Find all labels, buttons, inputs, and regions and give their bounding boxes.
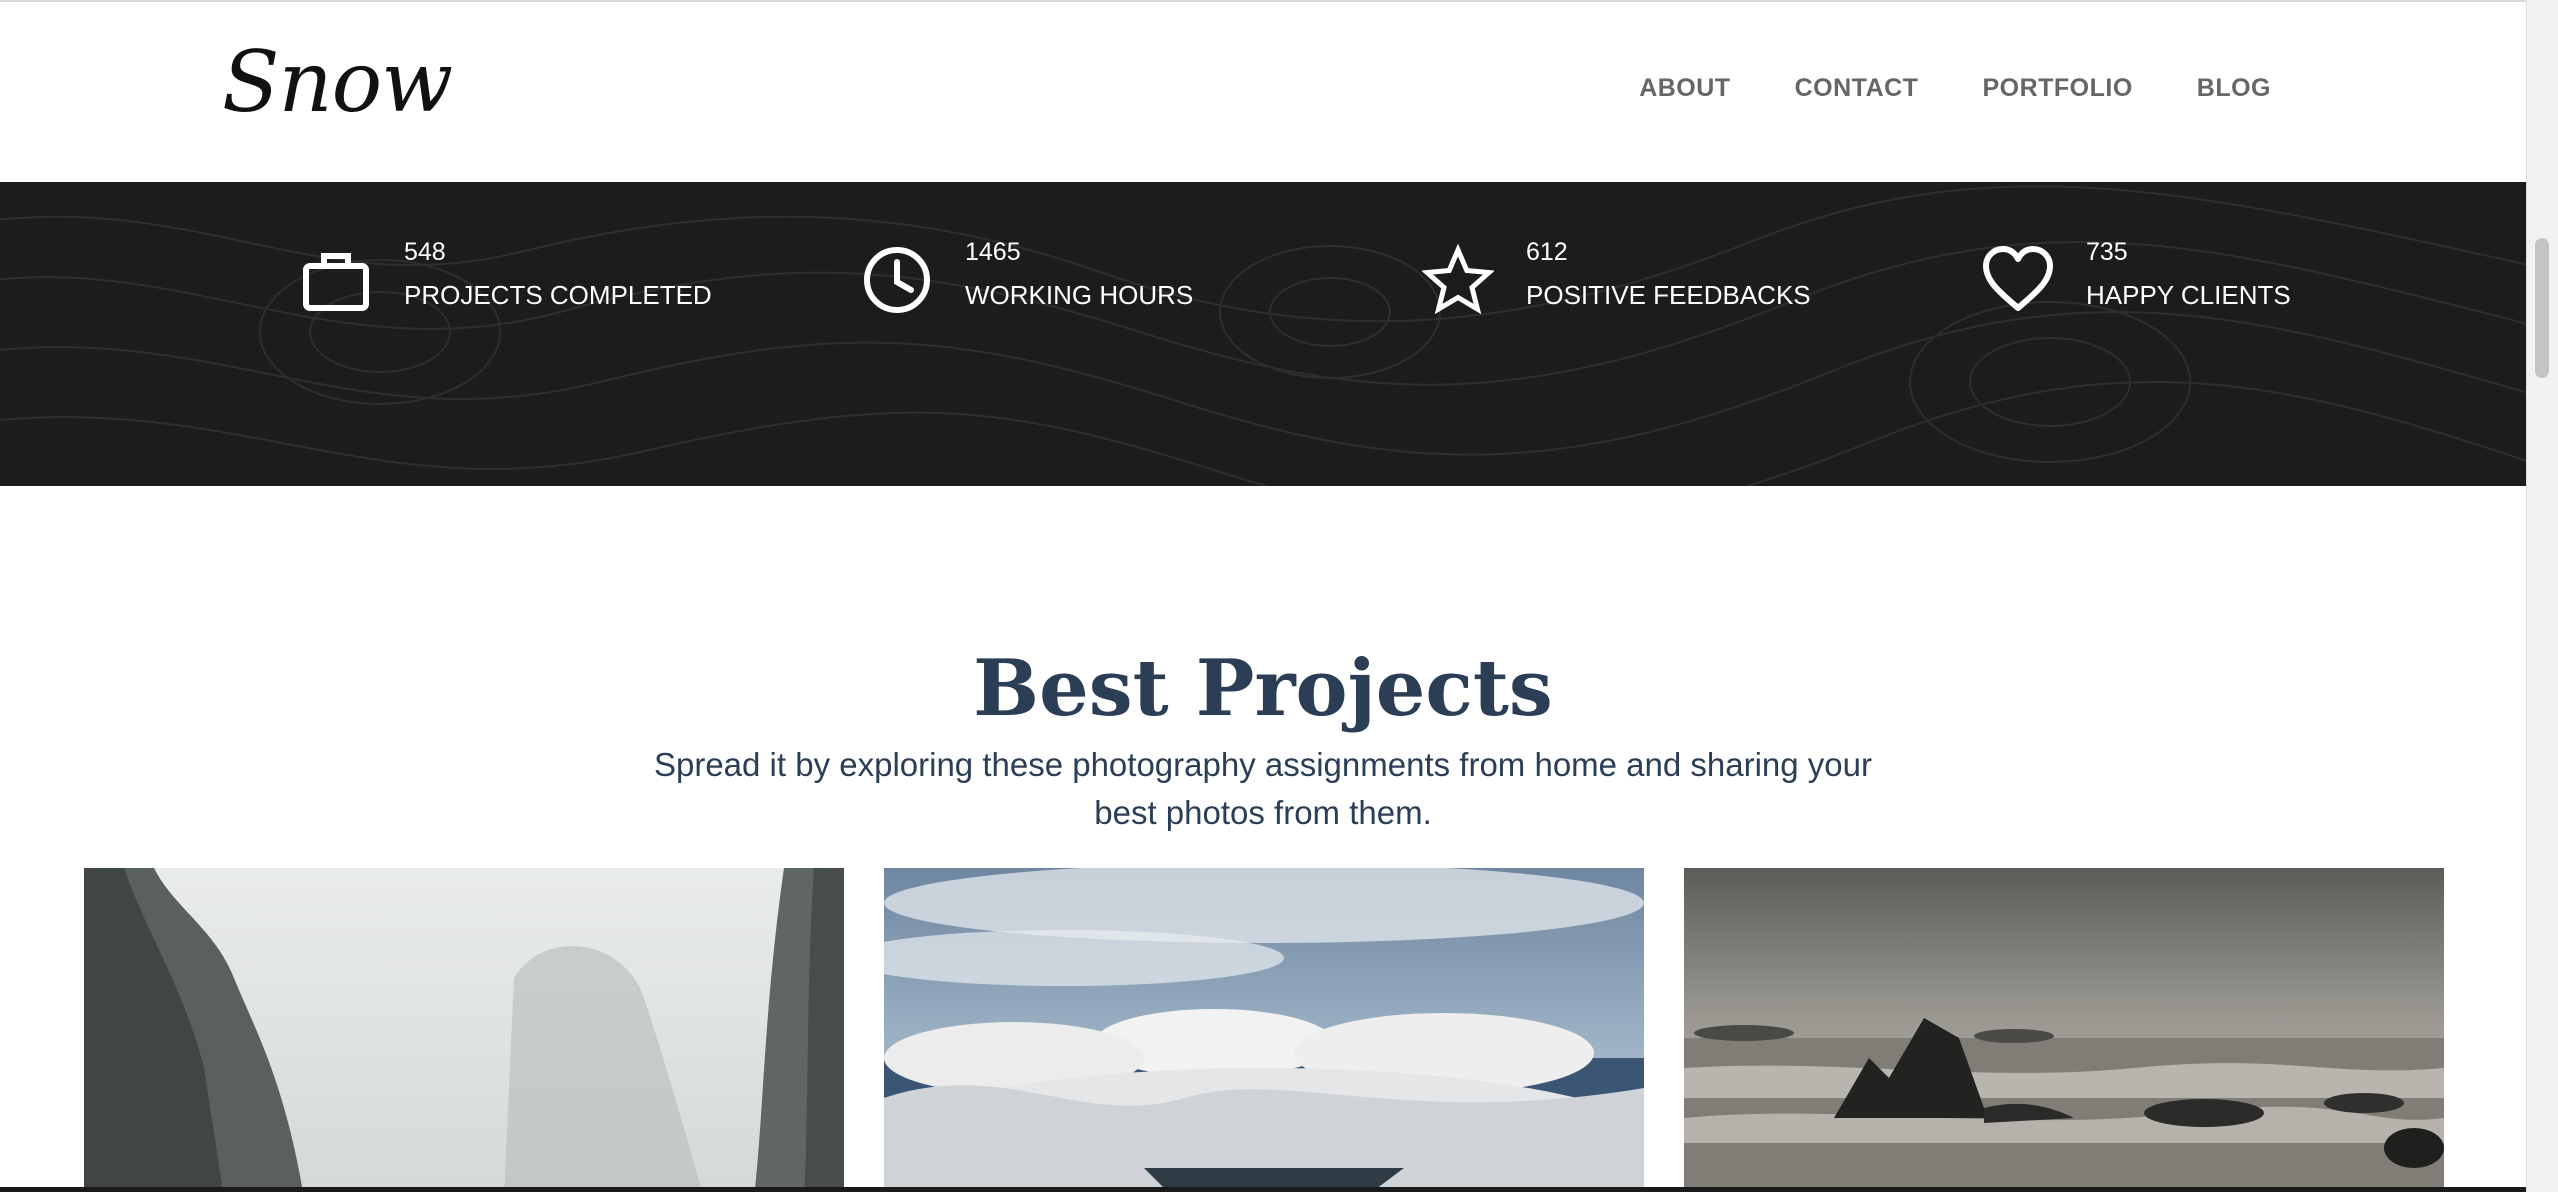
project-card-misty-cliffs[interactable]	[84, 868, 844, 1192]
nav-about[interactable]: ABOUT	[1639, 74, 1730, 103]
stat-label: WORKING HOURS	[965, 280, 1194, 310]
stat-value: 612	[1526, 238, 1568, 266]
clock-icon	[864, 247, 930, 313]
section-subtitle: Spread it by exploring these photography…	[653, 746, 1873, 831]
heart-icon	[1983, 246, 2053, 311]
star-icon	[1422, 244, 1494, 315]
stat-label: POSITIVE FEEDBACKS	[1526, 280, 1811, 310]
clouds-sky-photo	[884, 868, 1644, 1192]
page: Snow ABOUT CONTACT PORTFOLIO BLOG 548 PR…	[0, 0, 2526, 1192]
project-card-clouds[interactable]	[884, 868, 1644, 1192]
nav-contact[interactable]: CONTACT	[1795, 74, 1919, 103]
stat-label: PROJECTS COMPLETED	[404, 280, 712, 310]
rocky-sea-photo	[1684, 868, 2444, 1192]
topographic-pattern	[0, 185, 2526, 486]
stat-label: HAPPY CLIENTS	[2086, 280, 2291, 310]
stat-value: 1465	[965, 238, 1021, 266]
misty-cliffs-photo	[84, 868, 844, 1192]
nav-portfolio[interactable]: PORTFOLIO	[1982, 74, 2132, 103]
main-nav: ABOUT CONTACT PORTFOLIO BLOG	[1639, 74, 2271, 103]
bottom-edge	[0, 1187, 2526, 1192]
scrollbar-thumb[interactable]	[2535, 238, 2549, 378]
section-title: Best Projects	[973, 642, 1553, 734]
stats-band: 548 PROJECTS COMPLETED 1465 WORKING HOUR…	[0, 182, 2526, 486]
stat-value: 735	[2086, 238, 2128, 266]
logo[interactable]: Snow	[222, 40, 453, 124]
stat-value: 548	[404, 238, 446, 266]
site-header: Snow ABOUT CONTACT PORTFOLIO BLOG	[0, 0, 2526, 182]
vertical-scrollbar[interactable]	[2526, 0, 2558, 1192]
briefcase-icon	[303, 253, 369, 311]
project-card-rocky-sea[interactable]	[1684, 868, 2444, 1192]
nav-blog[interactable]: BLOG	[2197, 74, 2271, 103]
